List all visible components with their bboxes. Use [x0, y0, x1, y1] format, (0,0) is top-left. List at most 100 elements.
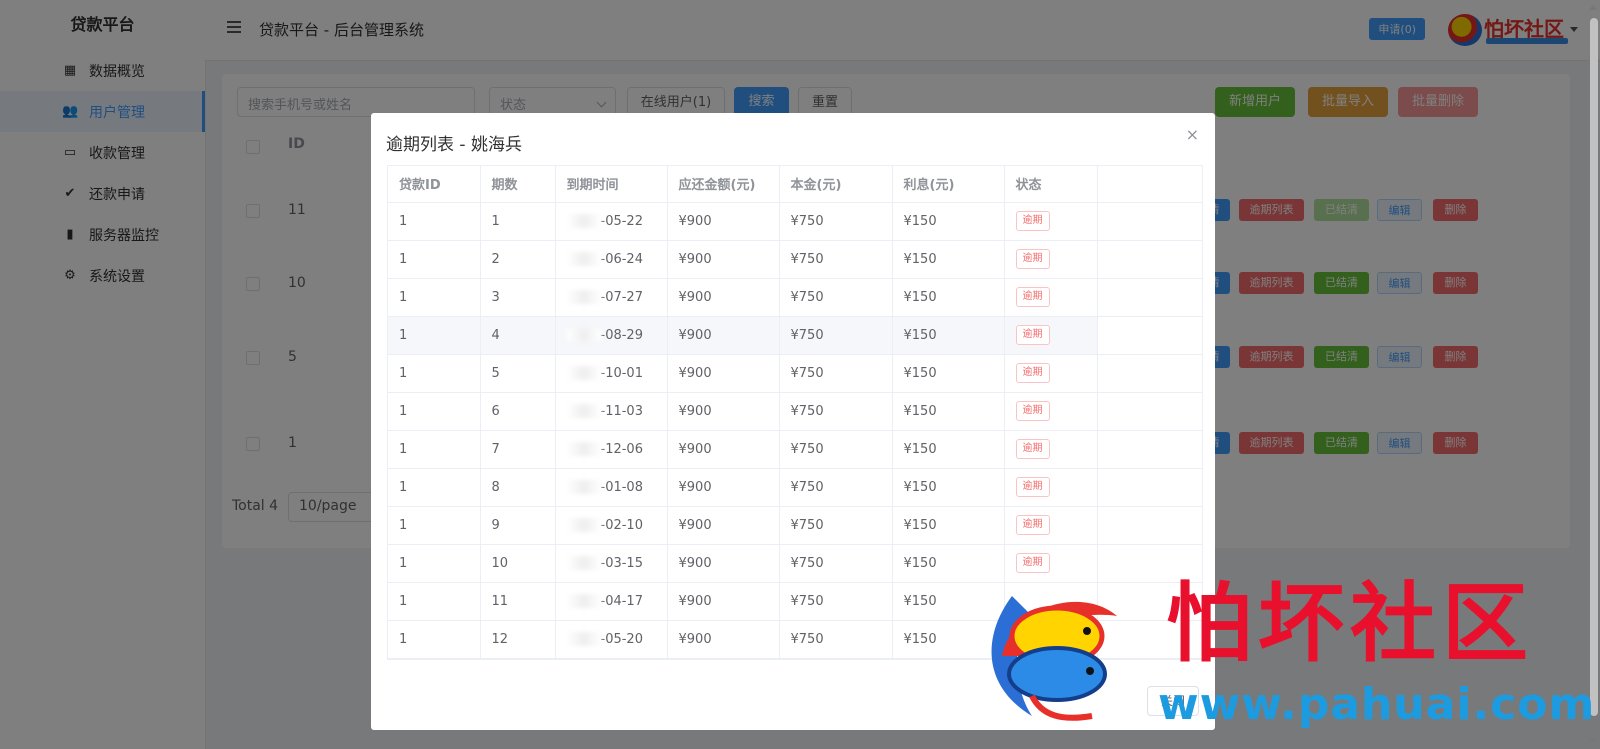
table-cell-filler	[1097, 278, 1202, 317]
redacted-year	[566, 632, 601, 646]
table-cell: 4	[480, 316, 556, 355]
watermark-text: 怕坏社区	[1166, 573, 1534, 674]
due-date-text: -03-15	[600, 555, 643, 571]
table-cell: ¥900	[667, 582, 780, 621]
due-date-cell: -06-24	[555, 240, 668, 279]
redacted-year	[566, 366, 601, 380]
table-cell: ¥150	[892, 278, 1005, 317]
redacted-year	[566, 290, 601, 304]
table-cell: 1	[388, 202, 481, 241]
due-date-text: -04-17	[600, 593, 643, 609]
overdue-tag: 逾期	[1015, 211, 1050, 231]
dialog-column-header: 状态	[1004, 166, 1098, 203]
due-date-cell: -12-06	[555, 430, 668, 469]
table-cell: 1	[388, 544, 481, 583]
status-cell: 逾期	[1004, 430, 1098, 469]
redacted-year	[566, 480, 601, 494]
redacted-year	[566, 556, 601, 570]
table-cell: 1	[388, 430, 481, 469]
table-cell: ¥150	[892, 202, 1005, 241]
table-cell: ¥900	[667, 392, 780, 431]
table-cell: ¥750	[779, 392, 893, 431]
table-cell-filler	[1097, 430, 1202, 469]
table-row: 1 4 -08-29 ¥900 ¥750 ¥150 逾期	[388, 316, 1202, 355]
table-cell: 1	[388, 392, 481, 431]
table-cell: ¥900	[667, 620, 780, 659]
overdue-tag: 逾期	[1015, 477, 1050, 497]
table-cell: ¥750	[779, 202, 893, 241]
scroll-down-icon[interactable]	[1589, 738, 1597, 743]
table-cell: 1	[388, 354, 481, 393]
due-date-cell: -05-20	[555, 620, 668, 659]
table-row: 1 7 -12-06 ¥900 ¥750 ¥150 逾期	[388, 430, 1202, 469]
table-row: 1 1 -05-22 ¥900 ¥750 ¥150 逾期	[388, 202, 1202, 241]
table-cell: ¥900	[667, 202, 780, 241]
dialog-column-filler	[1097, 166, 1202, 203]
table-cell: 2	[480, 240, 556, 279]
due-date-text: -02-10	[600, 517, 643, 533]
table-cell: 1	[388, 582, 481, 621]
status-cell: 逾期	[1004, 506, 1098, 545]
table-cell: 1	[388, 316, 481, 355]
table-cell-filler	[1097, 240, 1202, 279]
table-cell: ¥750	[779, 240, 893, 279]
status-cell: 逾期	[1004, 316, 1098, 355]
scroll-up-icon[interactable]	[1589, 5, 1597, 10]
status-cell: 逾期	[1004, 202, 1098, 241]
status-cell: 逾期	[1004, 278, 1098, 317]
table-cell-filler	[1097, 202, 1202, 241]
table-cell: 3	[480, 278, 556, 317]
table-row: 1 6 -11-03 ¥900 ¥750 ¥150 逾期	[388, 392, 1202, 431]
table-cell: ¥900	[667, 278, 780, 317]
status-cell: 逾期	[1004, 468, 1098, 507]
redacted-year	[566, 214, 601, 228]
table-cell: 11	[480, 582, 556, 621]
table-row: 1 9 -02-10 ¥900 ¥750 ¥150 逾期	[388, 506, 1202, 545]
dialog-column-header: 应还金额(元)	[667, 166, 780, 203]
table-cell: 6	[480, 392, 556, 431]
table-cell: 1	[388, 240, 481, 279]
table-cell: ¥900	[667, 468, 780, 507]
due-date-text: -05-20	[600, 631, 643, 647]
table-cell: ¥150	[892, 392, 1005, 431]
table-cell: ¥750	[779, 544, 893, 583]
table-cell: 9	[480, 506, 556, 545]
table-cell-filler	[1097, 316, 1202, 355]
due-date-text: -05-22	[600, 213, 643, 229]
dialog-column-header: 期数	[480, 166, 556, 203]
overdue-tag: 逾期	[1015, 325, 1050, 345]
due-date-text: -12-06	[600, 441, 643, 457]
status-cell: 逾期	[1004, 240, 1098, 279]
table-cell: ¥750	[779, 582, 893, 621]
fish-watermark-icon	[991, 596, 1117, 721]
due-date-cell: -05-22	[555, 202, 668, 241]
due-date-cell: -01-08	[555, 468, 668, 507]
table-cell: ¥150	[892, 354, 1005, 393]
overdue-tag: 逾期	[1015, 553, 1050, 573]
due-date-cell: -11-03	[555, 392, 668, 431]
table-cell: ¥750	[779, 506, 893, 545]
due-date-text: -10-01	[600, 365, 643, 381]
table-row: 1 2 -06-24 ¥900 ¥750 ¥150 逾期	[388, 240, 1202, 279]
watermark: 怕坏社区 www.pahuai.com	[972, 573, 1594, 734]
table-row: 1 3 -07-27 ¥900 ¥750 ¥150 逾期	[388, 278, 1202, 317]
table-cell: ¥150	[892, 316, 1005, 355]
table-cell: ¥750	[779, 278, 893, 317]
table-cell: ¥750	[779, 468, 893, 507]
status-cell: 逾期	[1004, 392, 1098, 431]
table-cell: ¥150	[892, 506, 1005, 545]
table-cell: ¥150	[892, 468, 1005, 507]
overdue-tag: 逾期	[1015, 287, 1050, 307]
due-date-cell: -08-29	[555, 316, 668, 355]
table-cell-filler	[1097, 392, 1202, 431]
due-date-text: -07-27	[600, 289, 643, 305]
table-cell: 1	[388, 506, 481, 545]
due-date-cell: -02-10	[555, 506, 668, 545]
close-icon[interactable]: ×	[1186, 125, 1199, 144]
due-date-cell: -04-17	[555, 582, 668, 621]
table-cell: 5	[480, 354, 556, 393]
table-cell-filler	[1097, 506, 1202, 545]
due-date-cell: -03-15	[555, 544, 668, 583]
overdue-tag: 逾期	[1015, 401, 1050, 421]
redacted-year	[566, 328, 601, 342]
